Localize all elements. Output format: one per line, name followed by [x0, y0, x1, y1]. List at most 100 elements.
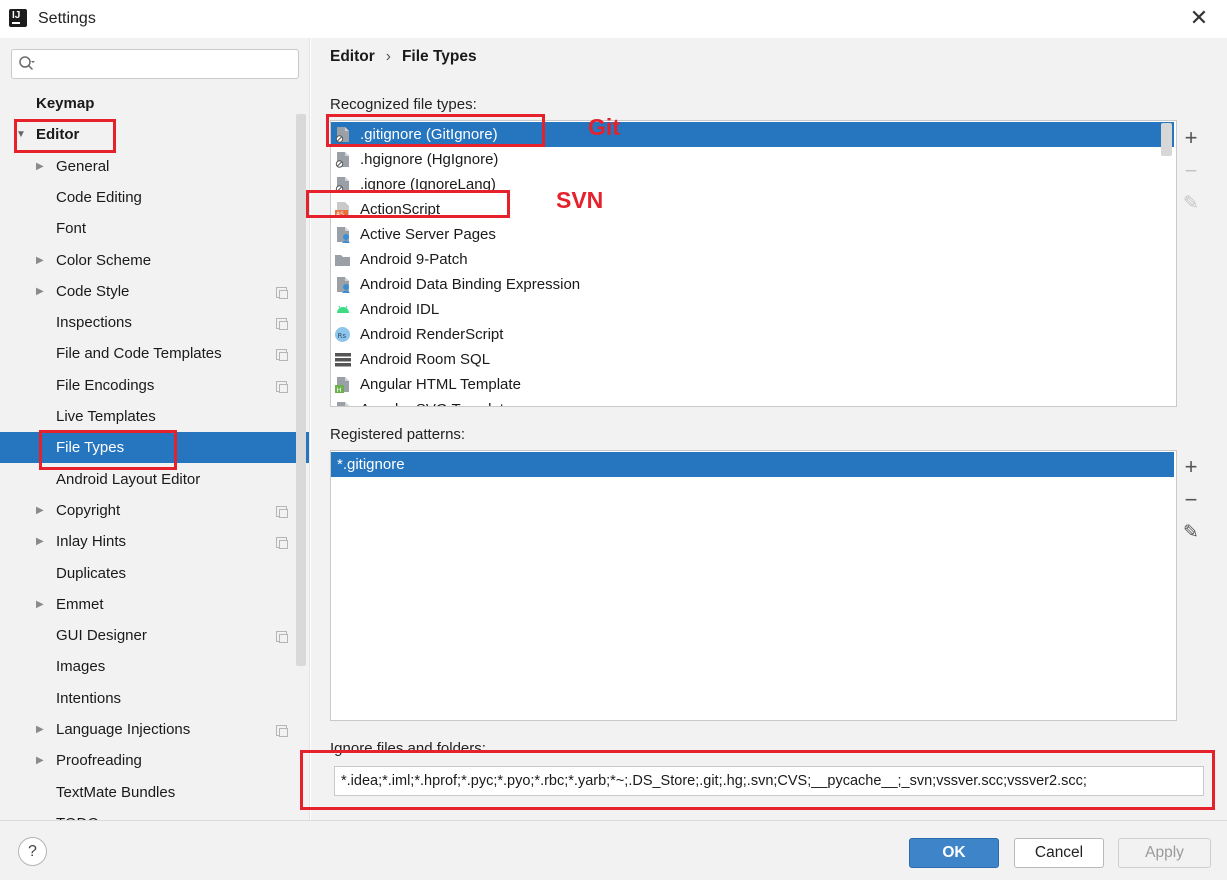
- edit-file-type-button[interactable]: ✎: [1176, 189, 1206, 219]
- sidebar-item-gui-designer[interactable]: GUI Designer: [0, 620, 309, 651]
- sidebar-item-label: Live Templates: [56, 408, 156, 425]
- file-type-row[interactable]: AS ActionScript: [331, 197, 1176, 222]
- sidebar-item-android-layout-editor[interactable]: Android Layout Editor: [0, 464, 309, 495]
- cancel-button[interactable]: Cancel: [1014, 838, 1104, 868]
- edit-pattern-button[interactable]: ✎: [1176, 518, 1206, 548]
- breadcrumb-parent[interactable]: Editor: [330, 48, 375, 65]
- file-type-label: ActionScript: [360, 201, 441, 218]
- pattern-row[interactable]: *.gitignore: [331, 452, 1174, 477]
- sidebar-item-color-scheme[interactable]: ▶ Color Scheme: [0, 245, 309, 276]
- apply-button[interactable]: Apply: [1118, 838, 1211, 868]
- add-pattern-button[interactable]: +: [1176, 452, 1206, 482]
- file-type-row[interactable]: .hgignore (HgIgnore): [331, 147, 1176, 172]
- settings-search-input[interactable]: [11, 49, 299, 79]
- sidebar-item-label: Keymap: [36, 95, 95, 112]
- sidebar-item-label: File Types: [56, 439, 125, 457]
- sidebar-item-copyright[interactable]: ▶ Copyright: [0, 495, 309, 526]
- renderscript-icon: Rs: [335, 327, 350, 342]
- sidebar-item-label: Emmet: [56, 595, 104, 613]
- sidebar-item-keymap[interactable]: Keymap: [0, 88, 309, 119]
- sidebar-scrollbar[interactable]: [296, 114, 306, 666]
- file-type-label: Android RenderScript: [360, 326, 504, 343]
- file-type-row[interactable]: Android 9-Patch: [331, 247, 1176, 272]
- help-button[interactable]: ?: [18, 837, 47, 866]
- sidebar-item-todo[interactable]: TODO: [0, 808, 309, 820]
- registered-patterns-list[interactable]: *.gitignore: [330, 450, 1177, 721]
- sidebar-item-label: Code Editing: [56, 188, 142, 206]
- dialog-button-bar: ? OK Cancel Apply: [0, 820, 1227, 880]
- ignore-file-icon: [335, 152, 349, 168]
- collapsed-arrow-icon[interactable]: ▶: [36, 589, 44, 620]
- sidebar-item-proofreading[interactable]: ▶ Proofreading: [0, 745, 309, 776]
- expanded-arrow-icon[interactable]: ▼: [16, 119, 26, 150]
- collapsed-arrow-icon[interactable]: ▶: [36, 151, 44, 182]
- file-type-row[interactable]: .ignore (IgnoreLang): [331, 172, 1176, 197]
- ignore-files-input[interactable]: *.idea;*.iml;*.hprof;*.pyc;*.pyo;*.rbc;*…: [334, 766, 1204, 796]
- project-scope-icon: [276, 318, 288, 331]
- close-icon[interactable]: ✕: [1189, 7, 1209, 29]
- sidebar-item-live-templates[interactable]: Live Templates: [0, 401, 309, 432]
- annotation-svn-label: SVN: [556, 187, 604, 213]
- angular-svg-icon: [337, 402, 349, 406]
- sidebar-item-inspections[interactable]: Inspections: [0, 307, 309, 338]
- settings-sidebar: Keymap ▼ Editor ▶ General Code Editing Font ▶ Co…: [0, 38, 310, 820]
- breadcrumb: Editor › File Types: [330, 48, 477, 66]
- sidebar-item-emmet[interactable]: ▶ Emmet: [0, 589, 309, 620]
- file-type-row[interactable]: .gitignore (GitIgnore): [331, 122, 1174, 147]
- collapsed-arrow-icon[interactable]: ▶: [36, 495, 44, 526]
- annotation-git-label: Git: [588, 114, 620, 140]
- sidebar-item-label: File Encodings: [56, 376, 155, 394]
- search-icon: [19, 56, 35, 71]
- file-type-label: Android IDL: [360, 301, 440, 318]
- sidebar-item-general[interactable]: ▶ General: [0, 151, 309, 182]
- svg-text:H: H: [337, 386, 342, 393]
- sidebar-item-file-encodings[interactable]: File Encodings: [0, 370, 309, 401]
- sidebar-item-duplicates[interactable]: Duplicates: [0, 558, 309, 589]
- folder-icon: [335, 255, 350, 266]
- file-type-row[interactable]: Angular SVG Template: [331, 397, 1176, 406]
- sidebar-item-code-editing[interactable]: Code Editing: [0, 182, 309, 213]
- project-scope-icon: [276, 537, 288, 550]
- remove-file-type-button[interactable]: −: [1176, 156, 1206, 186]
- file-type-row[interactable]: Rs Android RenderScript: [331, 322, 1176, 347]
- sidebar-item-textmate-bundles[interactable]: TextMate Bundles: [0, 777, 309, 808]
- sidebar-item-images[interactable]: Images: [0, 651, 309, 682]
- sidebar-item-label: File and Code Templates: [56, 345, 222, 363]
- list-scrollbar[interactable]: [1161, 123, 1172, 156]
- sidebar-item-font[interactable]: Font: [0, 213, 309, 244]
- sidebar-item-label: Inlay Hints: [56, 533, 127, 551]
- file-type-row[interactable]: H Angular HTML Template: [331, 372, 1176, 397]
- recognized-file-types-label: Recognized file types:: [330, 96, 477, 113]
- collapsed-arrow-icon[interactable]: ▶: [36, 276, 44, 307]
- add-file-type-button[interactable]: +: [1176, 123, 1206, 153]
- collapsed-arrow-icon[interactable]: ▶: [36, 714, 44, 745]
- sidebar-item-label: Proofreading: [56, 752, 142, 770]
- remove-pattern-button[interactable]: −: [1176, 485, 1206, 515]
- ok-button[interactable]: OK: [909, 838, 999, 868]
- file-type-row[interactable]: Android IDL: [331, 297, 1176, 322]
- project-scope-icon: [276, 380, 288, 393]
- sidebar-item-language-injections[interactable]: ▶ Language Injections: [0, 714, 309, 745]
- collapsed-arrow-icon[interactable]: ▶: [36, 245, 44, 276]
- sidebar-item-label: Editor: [36, 126, 80, 144]
- sidebar-item-editor[interactable]: ▼ Editor: [0, 119, 309, 150]
- sidebar-item-file-and-code-templates[interactable]: File and Code Templates: [0, 338, 309, 369]
- file-type-label: Android Data Binding Expression: [360, 276, 581, 293]
- file-type-label: Android 9-Patch: [360, 251, 468, 268]
- recognized-file-types-list[interactable]: Angular SVG Template H Angular HTML Templa…: [330, 120, 1177, 407]
- sidebar-item-label: Language Injections: [56, 721, 191, 738]
- collapsed-arrow-icon[interactable]: ▶: [36, 526, 44, 557]
- sidebar-item-inlay-hints[interactable]: ▶ Inlay Hints: [0, 526, 309, 557]
- file-type-row[interactable]: Android Room SQL: [331, 347, 1176, 372]
- file-type-label: .ignore (IgnoreLang): [360, 176, 496, 193]
- sidebar-item-label: Copyright: [56, 501, 121, 519]
- svg-text:Rs: Rs: [338, 332, 347, 340]
- sidebar-item-label: Font: [56, 220, 87, 238]
- sidebar-item-intentions[interactable]: Intentions: [0, 683, 309, 714]
- sidebar-item-code-style[interactable]: ▶ Code Style: [0, 276, 309, 307]
- file-type-row[interactable]: Android Data Binding Expression: [331, 272, 1176, 297]
- collapsed-arrow-icon[interactable]: ▶: [36, 745, 44, 776]
- sidebar-item-file-types[interactable]: File Types: [0, 432, 309, 464]
- file-type-row[interactable]: Active Server Pages: [331, 222, 1176, 247]
- asp-file-icon: [337, 227, 350, 243]
